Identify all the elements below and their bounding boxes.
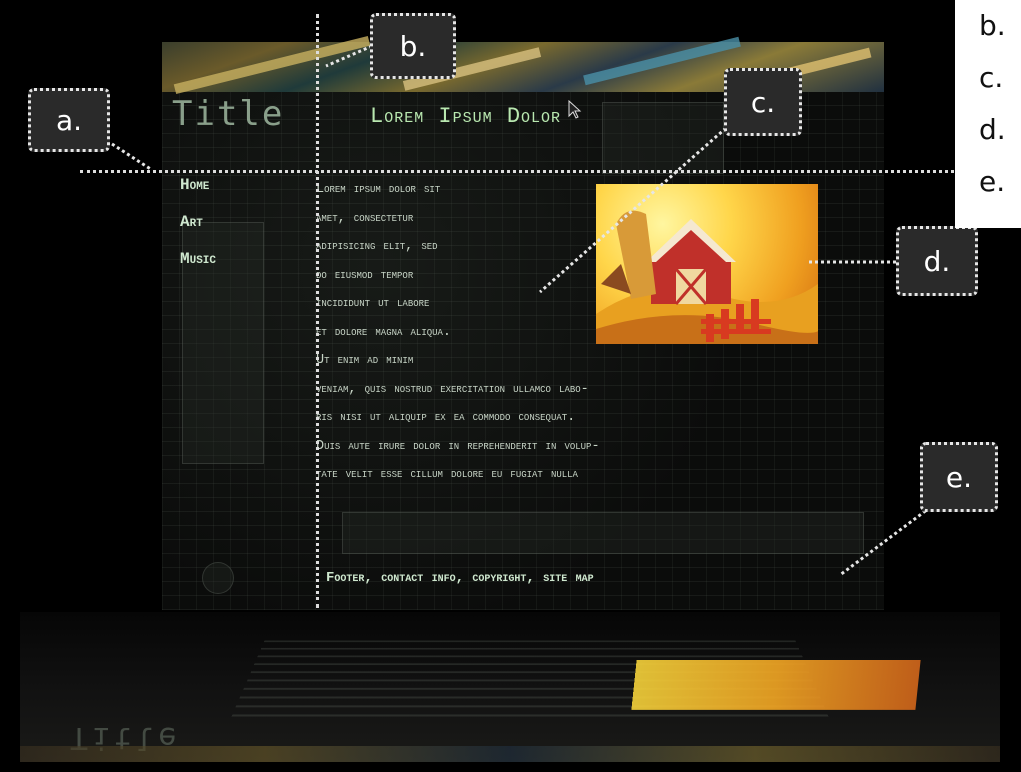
legend-item: b. <box>979 9 1006 42</box>
legend-item: e. <box>979 165 1006 198</box>
callout-e: e. <box>920 442 998 512</box>
legend-item: d. <box>979 113 1006 146</box>
callout-d: d. <box>896 226 978 296</box>
callout-a: a. <box>28 88 110 152</box>
reflection-banner <box>20 746 1000 762</box>
page-reflection: Title <box>20 612 1000 762</box>
callout-c: c. <box>724 68 802 136</box>
legend-panel: b. c. d. e. <box>955 0 1021 228</box>
callout-b: b. <box>370 13 456 79</box>
legend-item: c. <box>979 61 1004 94</box>
reflection-image <box>631 660 921 710</box>
